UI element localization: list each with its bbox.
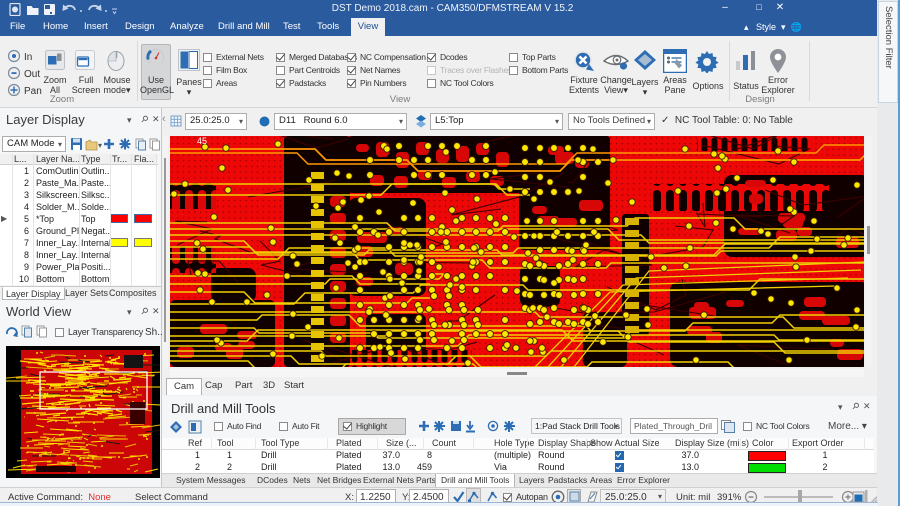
svg-text:In: In [24,52,32,63]
svg-text:45: 45 [197,136,207,146]
svg-text:▾: ▾ [98,141,102,150]
